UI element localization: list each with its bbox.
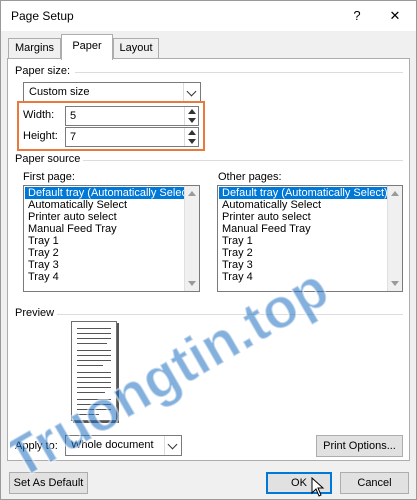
list-item[interactable]: Printer auto select — [219, 211, 311, 223]
width-value: 5 — [70, 110, 77, 122]
list-item[interactable]: Default tray (Automatically Select) — [25, 187, 194, 199]
paper-source-heading: Paper source — [15, 153, 85, 165]
chevron-down-icon — [186, 86, 197, 97]
tab-strip: Margins Paper Layout — [1, 31, 416, 60]
page-preview-thumbnail — [71, 321, 117, 421]
width-field[interactable]: 5 — [65, 106, 199, 126]
spin-up-icon — [188, 130, 196, 135]
height-label: Height: — [23, 130, 58, 142]
chevron-down-icon — [167, 439, 178, 450]
list-item[interactable]: Tray 1 — [25, 235, 59, 247]
list-item[interactable]: Automatically Select — [25, 199, 127, 211]
list-item[interactable]: Tray 4 — [219, 271, 253, 283]
scroll-up-icon[interactable] — [391, 191, 399, 196]
spin-up-icon — [188, 109, 196, 114]
scrollbar[interactable] — [184, 186, 199, 291]
list-item[interactable]: Tray 2 — [219, 247, 253, 259]
section-divider — [75, 72, 403, 73]
list-item[interactable]: Tray 3 — [219, 259, 253, 271]
list-item[interactable]: Printer auto select — [25, 211, 117, 223]
list-item[interactable]: Tray 3 — [25, 259, 59, 271]
list-item[interactable]: Tray 4 — [25, 271, 59, 283]
list-item[interactable]: Automatically Select — [219, 199, 321, 211]
scroll-down-icon[interactable] — [391, 281, 399, 286]
help-button[interactable]: ? — [343, 5, 371, 27]
tab-paper[interactable]: Paper — [61, 34, 113, 60]
cancel-button[interactable]: Cancel — [340, 472, 409, 494]
apply-to-select[interactable]: Whole document — [65, 435, 182, 456]
paper-size-heading: Paper size: — [15, 65, 75, 77]
paper-size-select[interactable]: Custom size — [23, 82, 201, 103]
close-button[interactable]: ✕ — [381, 5, 409, 27]
section-divider — [57, 314, 403, 315]
apply-to-value: Whole document — [71, 439, 154, 451]
spin-down-icon — [188, 139, 196, 144]
width-spinner[interactable] — [184, 107, 198, 125]
scroll-up-icon[interactable] — [188, 191, 196, 196]
list-item[interactable]: Tray 1 — [219, 235, 253, 247]
set-as-default-button[interactable]: Set As Default — [9, 472, 88, 494]
height-value: 7 — [70, 131, 77, 143]
preview-heading: Preview — [15, 307, 59, 319]
scrollbar[interactable] — [387, 186, 402, 291]
tab-margins[interactable]: Margins — [8, 38, 61, 58]
title-bar: Page Setup ? ✕ — [1, 1, 416, 31]
width-label: Width: — [23, 109, 55, 121]
list-item[interactable]: Manual Feed Tray — [219, 223, 311, 235]
height-field[interactable]: 7 — [65, 127, 199, 147]
print-options-button[interactable]: Print Options... — [316, 435, 403, 457]
list-item[interactable]: Default tray (Automatically Select) — [219, 187, 388, 199]
height-spinner[interactable] — [184, 128, 198, 146]
spin-down-icon — [188, 118, 196, 123]
dialog-title: Page Setup — [11, 9, 74, 23]
mouse-pointer-icon — [311, 477, 325, 497]
other-pages-tray-list[interactable]: Default tray (Automatically Select) Auto… — [217, 185, 403, 292]
list-item[interactable]: Tray 2 — [25, 247, 59, 259]
dropdown-arrow — [183, 83, 200, 102]
paper-size-value: Custom size — [29, 86, 90, 98]
tab-layout[interactable]: Layout — [113, 38, 159, 58]
scroll-down-icon[interactable] — [188, 281, 196, 286]
first-page-tray-list[interactable]: Default tray (Automatically Select) Auto… — [23, 185, 200, 292]
apply-to-label: Apply to: — [15, 440, 58, 452]
dropdown-arrow — [164, 436, 181, 455]
page-setup-dialog: Page Setup ? ✕ Margins Paper Layout Pape… — [0, 0, 417, 500]
list-item[interactable]: Manual Feed Tray — [25, 223, 117, 235]
section-divider — [83, 160, 403, 161]
first-page-label: First page: — [23, 171, 75, 183]
other-pages-label: Other pages: — [218, 171, 282, 183]
